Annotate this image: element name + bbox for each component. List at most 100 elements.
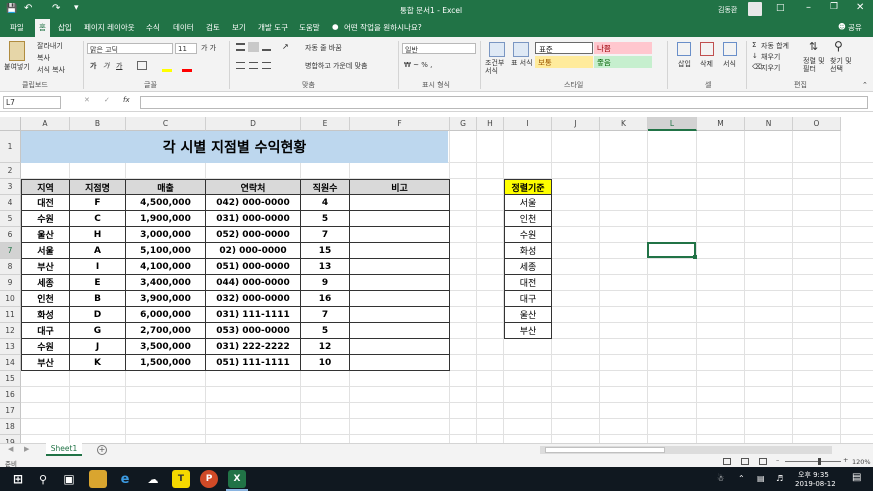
collapse-ribbon-icon[interactable]: ⌃ <box>862 81 868 89</box>
app-icon[interactable]: ☁ <box>144 470 162 488</box>
column-header[interactable]: I <box>504 117 552 131</box>
criteria-item[interactable]: 대전 <box>504 275 552 291</box>
format-cells-button[interactable]: 서식 <box>723 59 736 69</box>
table-cell[interactable]: G <box>70 323 126 339</box>
conditional-format-icon[interactable] <box>489 42 505 57</box>
table-cell[interactable] <box>350 259 450 275</box>
undo-icon[interactable]: ↶ <box>24 3 32 14</box>
table-cell[interactable]: I <box>70 259 126 275</box>
minimize-icon[interactable]: – <box>806 2 811 13</box>
italic-button[interactable]: 가 <box>103 61 109 71</box>
column-header[interactable]: A <box>21 117 70 131</box>
table-format-icon[interactable] <box>513 42 529 57</box>
table-cell[interactable]: C <box>70 211 126 227</box>
table-cell[interactable]: 수원 <box>21 211 70 227</box>
column-header[interactable]: E <box>301 117 350 131</box>
style-normal[interactable]: 표준 <box>535 42 593 54</box>
table-cell[interactable]: 3,000,000 <box>126 227 206 243</box>
table-cell[interactable]: 12 <box>301 339 350 355</box>
column-header[interactable]: O <box>793 117 841 131</box>
sort-filter-button[interactable]: 정렬 및 필터 <box>803 57 829 73</box>
table-cell[interactable]: 서울 <box>21 243 70 259</box>
table-cell[interactable] <box>350 243 450 259</box>
selected-cell[interactable] <box>647 242 696 258</box>
criteria-item[interactable]: 서울 <box>504 195 552 211</box>
table-cell[interactable]: 042) 000-0000 <box>206 195 301 211</box>
ribbon-display-icon[interactable]: □ <box>776 3 785 13</box>
zoom-out-icon[interactable]: – <box>776 456 779 464</box>
table-cell[interactable] <box>350 275 450 291</box>
criteria-item[interactable]: 화성 <box>504 243 552 259</box>
tab-insert[interactable]: 삽입 <box>58 22 72 33</box>
table-cell[interactable]: D <box>70 307 126 323</box>
align-top-icon[interactable] <box>236 43 245 51</box>
table-cell[interactable] <box>350 323 450 339</box>
criteria-header[interactable]: 정렬기준 <box>504 179 552 195</box>
customize-qat-icon[interactable]: ▾ <box>74 3 79 13</box>
table-cell[interactable]: 031) 111-1111 <box>206 307 301 323</box>
row-header[interactable]: 14 <box>0 355 21 371</box>
cut-button[interactable]: 잘라내기 <box>37 41 63 51</box>
next-sheet-icon[interactable]: ▶ <box>24 445 29 453</box>
row-header[interactable]: 7 <box>0 243 21 259</box>
tab-review[interactable]: 검토 <box>206 22 220 33</box>
column-header[interactable]: B <box>70 117 126 131</box>
column-header[interactable]: F <box>350 117 450 131</box>
bold-button[interactable]: 가 <box>90 61 96 71</box>
fill-button[interactable]: 채우기 <box>761 52 780 62</box>
insert-function-button[interactable]: fx <box>123 96 130 104</box>
row-header[interactable]: 3 <box>0 179 21 195</box>
table-format-button[interactable]: 표 서식 <box>511 59 533 67</box>
font-name-select[interactable]: 맑은 고딕 <box>87 43 173 54</box>
criteria-item[interactable]: 대구 <box>504 291 552 307</box>
name-box[interactable]: L7 <box>3 96 61 109</box>
font-color-icon[interactable] <box>182 69 192 72</box>
insert-cells-icon[interactable] <box>677 42 691 56</box>
row-header[interactable]: 9 <box>0 275 21 291</box>
table-cell[interactable]: 7 <box>301 307 350 323</box>
tab-page-layout[interactable]: 페이지 레이아웃 <box>84 22 135 33</box>
row-header[interactable]: 4 <box>0 195 21 211</box>
grow-font-icon[interactable]: 가 가 <box>201 43 216 53</box>
column-header[interactable]: L <box>648 117 697 131</box>
table-cell[interactable]: 031) 000-0000 <box>206 211 301 227</box>
font-size-select[interactable]: 11 <box>175 43 197 54</box>
number-format-select[interactable]: 일반 <box>402 43 476 54</box>
format-painter-button[interactable]: 서식 복사 <box>37 65 65 75</box>
table-cell[interactable] <box>350 211 450 227</box>
table-cell[interactable]: 5 <box>301 323 350 339</box>
table-cell[interactable]: 10 <box>301 355 350 371</box>
file-explorer-icon[interactable] <box>89 470 107 488</box>
clock-date[interactable]: 2019-08-12 <box>795 480 836 488</box>
normal-view-icon[interactable] <box>723 458 731 465</box>
table-cell[interactable]: 수원 <box>21 339 70 355</box>
row-header[interactable]: 5 <box>0 211 21 227</box>
share-button[interactable]: 공유 <box>848 22 862 33</box>
row-header[interactable]: 15 <box>0 371 21 387</box>
table-cell[interactable]: 031) 222-2222 <box>206 339 301 355</box>
edge-browser-icon[interactable]: e <box>116 470 134 488</box>
table-cell[interactable]: 051) 111-1111 <box>206 355 301 371</box>
row-header[interactable]: 12 <box>0 323 21 339</box>
table-cell[interactable]: 15 <box>301 243 350 259</box>
table-header-cell[interactable]: 매출 <box>126 179 206 195</box>
page-break-view-icon[interactable] <box>759 458 767 465</box>
table-cell[interactable] <box>350 307 450 323</box>
table-cell[interactable]: K <box>70 355 126 371</box>
criteria-item[interactable]: 울산 <box>504 307 552 323</box>
underline-button[interactable]: 가 <box>116 61 122 71</box>
prev-sheet-icon[interactable]: ◀ <box>8 445 13 453</box>
criteria-item[interactable]: 수원 <box>504 227 552 243</box>
row-header[interactable]: 16 <box>0 387 21 403</box>
table-cell[interactable]: 대구 <box>21 323 70 339</box>
criteria-item[interactable]: 부산 <box>504 323 552 339</box>
align-bottom-icon[interactable] <box>262 43 271 51</box>
excel-icon[interactable]: X <box>228 470 246 488</box>
tab-home[interactable]: 홈 <box>35 19 50 37</box>
table-cell[interactable]: 3,500,000 <box>126 339 206 355</box>
table-cell[interactable]: 4,500,000 <box>126 195 206 211</box>
table-cell[interactable]: 2,700,000 <box>126 323 206 339</box>
find-select-button[interactable]: 찾기 및 선택 <box>830 57 854 73</box>
table-cell[interactable]: 02) 000-0000 <box>206 243 301 259</box>
insert-cells-button[interactable]: 삽입 <box>678 59 691 69</box>
